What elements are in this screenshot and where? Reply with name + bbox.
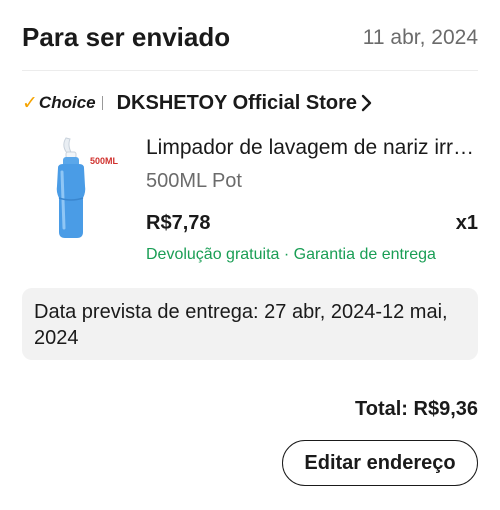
order-date: 11 abr, 2024 bbox=[362, 26, 478, 49]
choice-badge-label: Choice bbox=[38, 93, 96, 112]
order-header: Para ser enviado 11 abr, 2024 bbox=[22, 20, 478, 60]
product-image[interactable]: 500ML bbox=[22, 128, 130, 240]
order-total: Total: R$9,36 bbox=[355, 398, 478, 420]
product-title[interactable]: Limpador de lavagem de nariz irrigador n… bbox=[146, 136, 478, 160]
product-variant: 500ML Pot bbox=[146, 170, 242, 192]
choice-badge: ✓ Choice bbox=[22, 92, 96, 115]
product-image-label: 500ML bbox=[90, 156, 119, 166]
product-price: R$7,78 bbox=[146, 212, 211, 234]
divider bbox=[22, 70, 478, 71]
product-quantity: x1 bbox=[455, 212, 478, 234]
delivery-estimate-box: Data prevista de entrega: 27 abr, 2024-1… bbox=[22, 288, 478, 360]
store-name[interactable]: DKSHETOY Official Store bbox=[117, 92, 357, 115]
product-item[interactable]: 500ML Limpador de lavagem de nariz irrig… bbox=[22, 128, 478, 268]
check-icon: ✓ bbox=[22, 92, 38, 114]
order-status-title: Para ser enviado bbox=[22, 22, 231, 52]
delivery-estimate-text: Data prevista de entrega: 27 abr, 2024-1… bbox=[34, 301, 448, 349]
chevron-right-icon[interactable] bbox=[361, 94, 373, 112]
store-row[interactable]: ✓ Choice DKSHETOY Official Store bbox=[22, 90, 373, 116]
product-service-tags: Devolução gratuita · Garantia de entrega bbox=[146, 246, 436, 263]
badge-separator bbox=[101, 96, 103, 110]
edit-address-button[interactable]: Editar endereço bbox=[282, 440, 478, 486]
